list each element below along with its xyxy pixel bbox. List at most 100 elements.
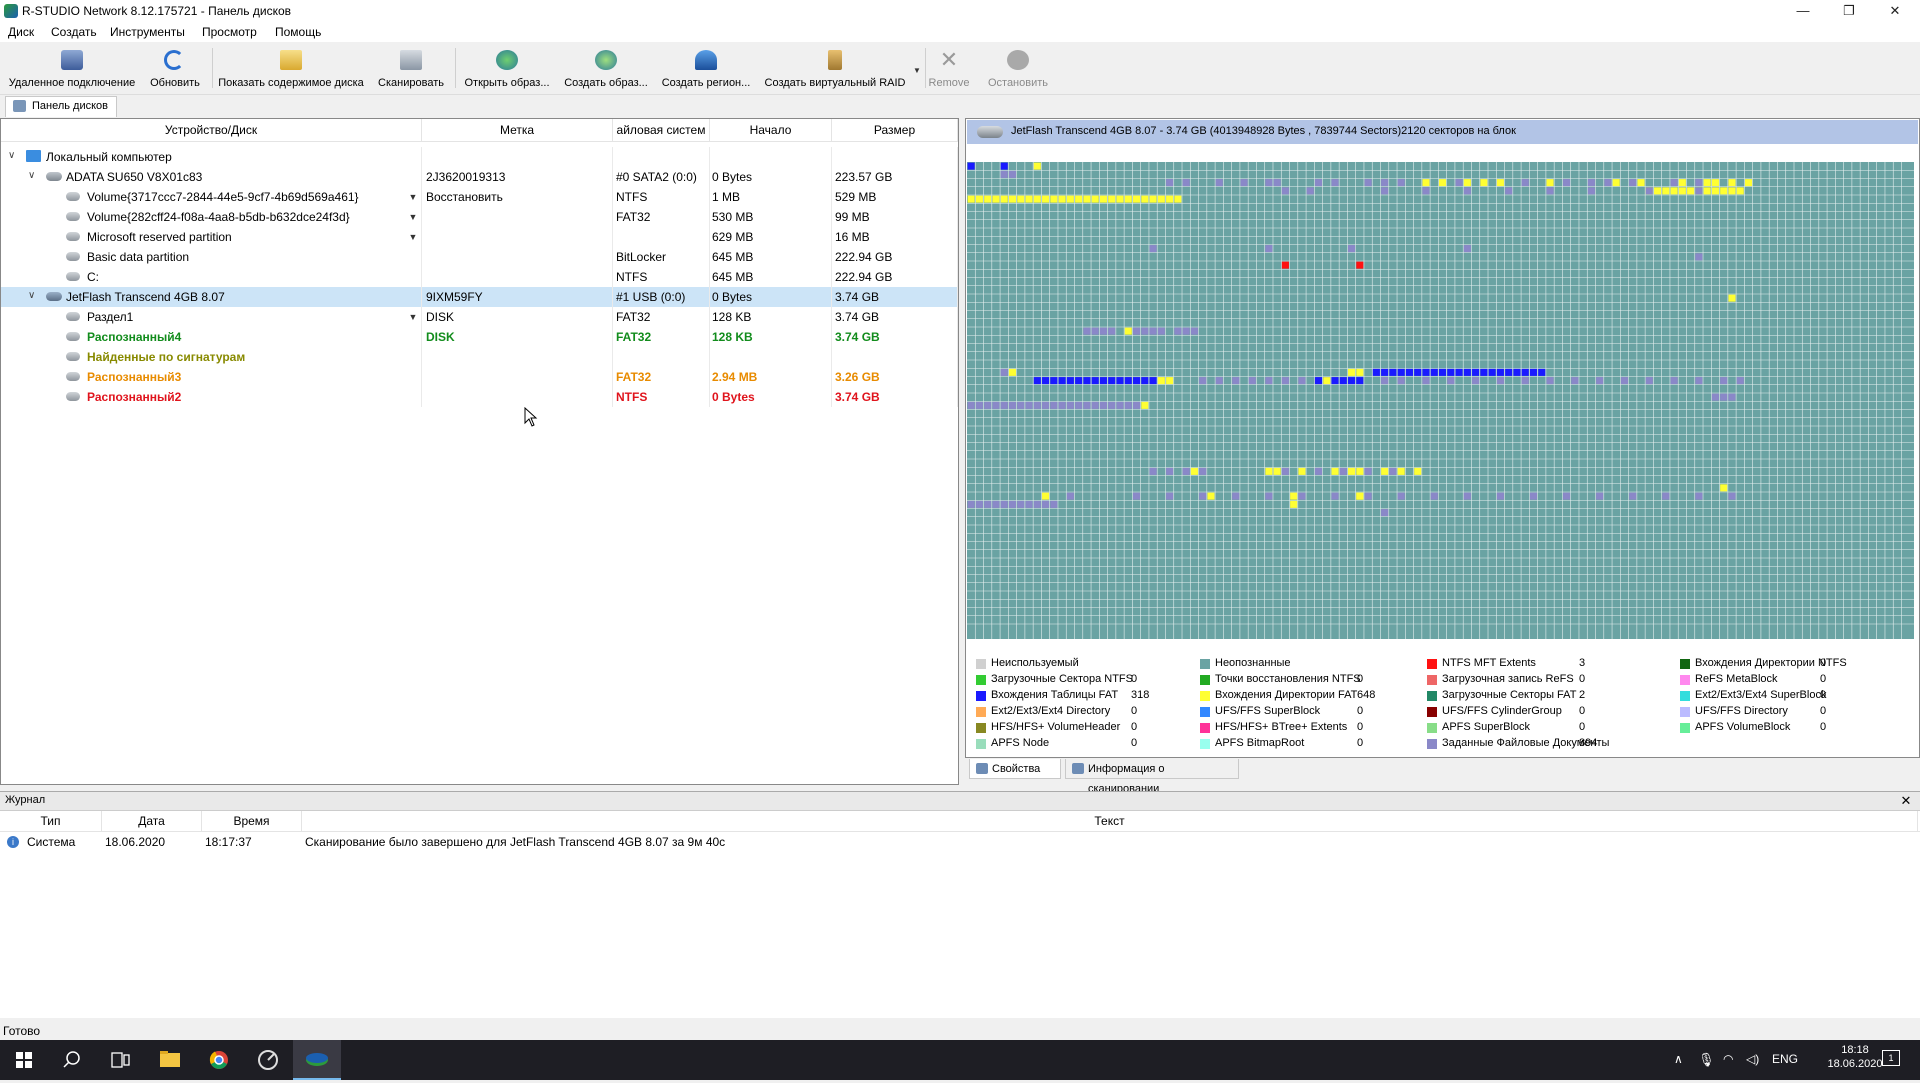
maximize-button[interactable]: ❐ [1826, 0, 1872, 22]
info-icon: i [7, 836, 19, 848]
row-dropdown-icon[interactable]: ▼ [407, 227, 419, 247]
column-label[interactable]: Метка [422, 119, 613, 141]
tree-row[interactable]: C: NTFS 645 MB 222.94 GB [1, 267, 958, 287]
legend-item: APFS Node 0 [976, 736, 1196, 752]
legend-label: Загрузочная запись ReFS [1442, 673, 1574, 685]
volume-icon[interactable]: ◁) [1746, 1052, 1759, 1066]
column-device[interactable]: Устройство/Диск [1, 119, 422, 141]
create-raid-button[interactable]: Создать виртуальный RAID [760, 42, 910, 94]
tree-row[interactable]: Volume{282cff24-f08a-4aa8-b5db-b632dce24… [1, 207, 958, 227]
menu-create[interactable]: Создать [51, 25, 97, 39]
tree-row[interactable]: ∨ JetFlash Transcend 4GB 8.07 9IXM59FY #1 U… [1, 287, 958, 307]
tree-row[interactable]: ∨ Локальный компьютер [1, 147, 958, 167]
log-close-icon[interactable]: ✕ [1897, 792, 1915, 810]
tree-expander-icon[interactable]: ∨ [8, 151, 18, 161]
file-explorer-icon[interactable] [146, 1040, 194, 1080]
map-block [1190, 327, 1198, 335]
column-size[interactable]: Размер [832, 119, 958, 141]
tree-row[interactable]: Раздел1 ▼ DISK FAT32 128 KB 3.74 GB [1, 307, 958, 327]
tree-row-start [710, 347, 832, 367]
disk-block-map[interactable] [967, 162, 1914, 639]
microphone-icon[interactable]: 🎙 [1698, 1052, 1715, 1068]
map-block [1356, 467, 1364, 475]
row-dropdown-icon[interactable]: ▼ [407, 207, 419, 227]
log-row-text: Сканирование было завершено для JetFlash… [305, 835, 726, 849]
tree-row[interactable]: Volume{3717ccc7-2844-44e5-9cf7-4b69d569a… [1, 187, 958, 207]
menu-disk[interactable]: Диск [8, 25, 34, 39]
legend-label: Вхождения Директории FAT [1215, 689, 1358, 701]
map-block [1050, 500, 1058, 508]
close-button[interactable]: ✕ [1872, 0, 1918, 22]
raid-icon [828, 50, 842, 70]
search-icon[interactable] [48, 1040, 96, 1080]
map-block [984, 401, 992, 409]
tree-expander-icon[interactable]: ∨ [28, 291, 38, 301]
show-disk-contents-button[interactable]: Показать содержимое диска [216, 42, 366, 94]
map-block [1050, 195, 1058, 203]
remove-button[interactable]: ✕ Remove [928, 42, 970, 94]
usb-drive-icon [46, 292, 62, 301]
map-tabs: Свойства Информация о сканировании [965, 758, 1920, 795]
tab-disks-panel[interactable]: Панель дисков [5, 96, 117, 117]
tree-row-name: Microsoft reserved partition [87, 230, 232, 244]
tree-row[interactable]: Распознанный4 DISK FAT32 128 KB 3.74 GB [1, 327, 958, 347]
task-view-icon[interactable] [96, 1040, 144, 1080]
tray-chevron-icon[interactable]: ∧ [1674, 1052, 1683, 1066]
chrome-icon[interactable] [195, 1040, 243, 1080]
toolbar-separator [925, 48, 926, 88]
open-image-button[interactable]: Открыть образ... [459, 42, 555, 94]
map-block [1381, 467, 1389, 475]
notification-icon[interactable]: 1 [1882, 1050, 1900, 1066]
create-region-button[interactable]: Создать регион... [656, 42, 756, 94]
column-start[interactable]: Начало [710, 119, 832, 141]
column-filesystem[interactable]: айловая систем [613, 119, 710, 141]
menu-help[interactable]: Помощь [275, 25, 321, 39]
map-block [1356, 492, 1364, 500]
row-dropdown-icon[interactable]: ▼ [407, 307, 419, 327]
tree-row[interactable]: Найденные по сигнатурам [1, 347, 958, 367]
tab-scan-info[interactable]: Информация о сканировании [1065, 759, 1239, 795]
legend-count: 0 [1579, 705, 1586, 717]
tree-row-label [422, 267, 613, 287]
tree-row-fs: BitLocker [613, 247, 710, 267]
tree-row-fs: FAT32 [613, 207, 710, 227]
scan-button[interactable]: Сканировать [372, 42, 450, 94]
row-dropdown-icon[interactable]: ▼ [407, 187, 419, 207]
minimize-button[interactable]: — [1780, 0, 1826, 22]
map-block [1596, 377, 1604, 385]
clock[interactable]: 18:18 18.06.2020 [1822, 1044, 1888, 1070]
create-image-button[interactable]: Создать образ... [560, 42, 652, 94]
map-block [1422, 368, 1430, 376]
volume-icon [66, 312, 80, 321]
wifi-icon[interactable]: ◠ [1723, 1052, 1733, 1066]
tree-row[interactable]: Распознанный3 FAT32 2.94 MB 3.26 GB [1, 367, 958, 387]
language-indicator[interactable]: ENG [1772, 1052, 1798, 1066]
tree-expander-icon[interactable]: ∨ [28, 171, 38, 181]
tree-row[interactable]: Basic data partition BitLocker 645 MB 222.9… [1, 247, 958, 267]
volume-icon [66, 252, 80, 261]
legend-count: 0 [1357, 673, 1364, 685]
tree-row[interactable]: Microsoft reserved partition ▼ 629 MB 16 MB [1, 227, 958, 247]
tree-row[interactable]: ∨ ADATA SU650 V8X01c83 2J3620019313 #0 SATA… [1, 167, 958, 187]
tree-row[interactable]: Распознанный2 NTFS 0 Bytes 3.74 GB [1, 387, 958, 407]
menu-tools[interactable]: Инструменты [110, 25, 185, 39]
log-row[interactable]: i Система 18.06.2020 18:17:37 Сканирован… [0, 832, 1920, 852]
stop-button[interactable]: Остановить [984, 42, 1052, 94]
log-column-date[interactable]: Дата [102, 811, 202, 831]
start-button[interactable] [0, 1040, 48, 1080]
raid-dropdown-arrow-icon[interactable]: ▼ [913, 66, 921, 75]
legend-count: 0 [1820, 673, 1827, 685]
log-column-text[interactable]: Текст [302, 811, 1918, 831]
remote-connect-button[interactable]: Удаленное подключение [4, 42, 140, 94]
refresh-button[interactable]: Обновить [144, 42, 206, 94]
log-column-time[interactable]: Время [202, 811, 302, 831]
disk-utility-icon[interactable] [244, 1040, 292, 1080]
map-block [1050, 401, 1058, 409]
tab-properties[interactable]: Свойства [969, 759, 1061, 779]
menu-view[interactable]: Просмотр [202, 25, 257, 39]
map-block [1149, 195, 1157, 203]
map-block [1091, 401, 1099, 409]
rstudio-taskbar-icon[interactable] [293, 1040, 341, 1080]
tree-row-size: 222.94 GB [832, 247, 958, 267]
log-column-type[interactable]: Тип [0, 811, 102, 831]
